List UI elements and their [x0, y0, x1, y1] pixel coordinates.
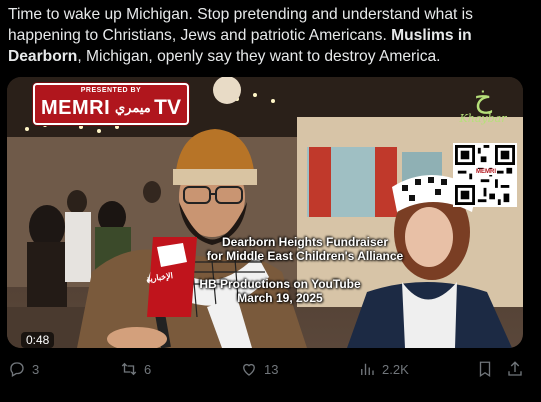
caption-line: for Middle East Children's Alliance: [206, 249, 404, 263]
share-icon: [508, 361, 522, 376]
caption-line: Dearborn Heights Fundraiser: [221, 235, 389, 249]
memri-arabic-label: ميمري: [115, 100, 151, 115]
tweet-text-part: , Michigan, openly say they want to dest…: [77, 48, 441, 65]
video-caption-bottom: HB Productions on YouTube March 19, 2025: [185, 277, 375, 305]
video-duration: 0:48: [21, 332, 55, 348]
video-caption-top: Dearborn Heights Fundraiser for Middle E…: [185, 235, 425, 263]
khaybar-glyph-icon: خ: [473, 81, 493, 114]
khaybar-name: Khaybar: [459, 112, 507, 125]
analytics-icon: [361, 363, 374, 375]
caption-line: March 19, 2025: [237, 291, 323, 305]
like-count: 13: [264, 361, 279, 377]
bookmark-button[interactable]: [476, 360, 500, 378]
memri-brand-label: MEMRI: [41, 97, 111, 119]
reply-button[interactable]: 3: [8, 360, 39, 378]
tweet-text: Time to wake up Michigan. Stop pretendin…: [8, 4, 533, 67]
bookmark-icon: [479, 361, 491, 378]
reply-icon: [10, 362, 24, 377]
qr-code-icon: [455, 145, 515, 205]
video-player[interactable]: PRESENTED BY MEMRI ميمري TV خ Khaybar ME…: [7, 77, 523, 348]
views-button[interactable]: 2.2K: [358, 360, 409, 378]
tweet-action-bar: 3 6 13 2.2K: [0, 356, 541, 386]
khaybar-logo: خ Khaybar: [453, 83, 513, 139]
qr-label: MEMRI: [475, 169, 497, 175]
qr-code: [453, 143, 517, 207]
like-button[interactable]: 13: [240, 360, 278, 378]
reply-count: 3: [32, 361, 40, 377]
repost-count: 6: [144, 361, 152, 377]
heart-icon: [243, 363, 255, 376]
memri-tv-logo: PRESENTED BY MEMRI ميمري TV: [33, 83, 189, 125]
memri-tv-label: TV: [154, 96, 181, 119]
views-count: 2.2K: [382, 361, 409, 377]
caption-line: HB Productions on YouTube: [199, 277, 361, 291]
repost-icon: [121, 362, 137, 376]
share-button[interactable]: [506, 360, 530, 378]
repost-button[interactable]: 6: [120, 360, 151, 378]
memri-presented-label: PRESENTED BY: [80, 87, 142, 94]
